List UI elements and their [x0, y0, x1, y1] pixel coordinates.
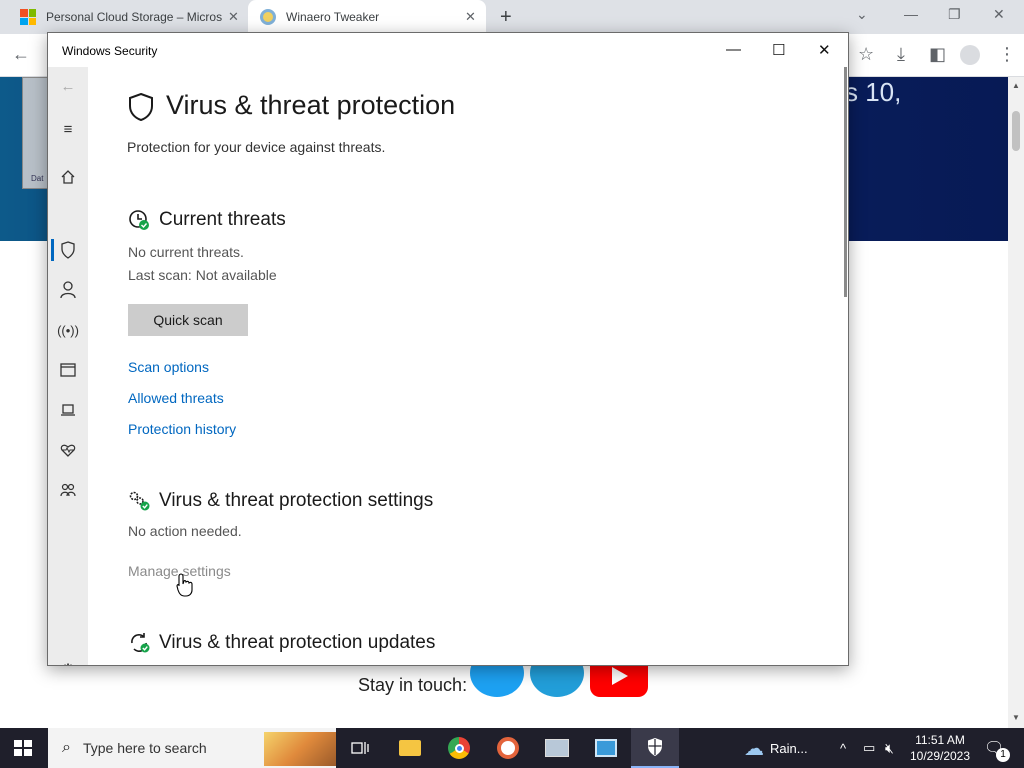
start-windows-icon[interactable]	[14, 740, 32, 756]
volume-muted-icon[interactable]: 🔇︎	[885, 728, 894, 768]
current-threats-icon	[129, 210, 149, 230]
new-tab-icon[interactable]: +	[500, 6, 512, 29]
firewall-antenna-icon[interactable]: ((•))	[57, 321, 79, 339]
more-menu-icon[interactable]: ⋮	[998, 44, 1016, 65]
home-icon[interactable]	[59, 168, 77, 186]
minimize-browser-icon[interactable]: —	[904, 6, 918, 22]
weather-widget[interactable]: ☁ Rain...	[744, 728, 808, 768]
protection-updates-icon	[131, 633, 150, 653]
system-clock[interactable]: 11:51 AM 10/29/2023	[908, 732, 972, 764]
back-icon[interactable]: ←	[12, 44, 30, 65]
navigation-sidebar: ← ≡ ((•)) ⚙	[48, 67, 88, 665]
thumb-label: Dat	[31, 174, 44, 183]
notification-center-icon[interactable]: 🗨︎ 1	[984, 728, 1010, 768]
maximize-icon[interactable]: ☐	[772, 41, 785, 59]
clock-time: 11:51 AM	[915, 733, 965, 747]
minimize-icon[interactable]: —	[726, 41, 741, 58]
scan-options-link[interactable]: Scan options	[128, 359, 209, 375]
profile-avatar-icon[interactable]	[960, 45, 980, 65]
app-browser-window-icon[interactable]	[59, 361, 77, 379]
protection-settings-gears-icon	[129, 491, 150, 511]
search-highlight-illustration	[264, 732, 336, 766]
browser-tabstrip: Personal Cloud Storage – Micros ✕ Winaer…	[0, 0, 1024, 34]
task-view-icon[interactable]	[336, 728, 384, 768]
scroll-down-icon[interactable]: ▼	[1012, 713, 1020, 722]
side-panel-icon[interactable]: ◧	[929, 44, 946, 65]
chrome-icon[interactable]	[435, 728, 483, 768]
search-icon: ⌕	[62, 739, 71, 756]
laptop-device-icon[interactable]	[59, 401, 77, 419]
settings-status-text: No action needed.	[128, 523, 242, 539]
browser-tab-onedrive[interactable]: Personal Cloud Storage – Micros ✕	[8, 0, 246, 34]
scroll-up-icon[interactable]: ▲	[1012, 81, 1020, 90]
allowed-threats-link[interactable]: Allowed threats	[128, 390, 224, 406]
close-browser-icon[interactable]: ✕	[993, 6, 1005, 23]
account-person-icon[interactable]	[59, 281, 77, 299]
download-icon[interactable]: ⤓	[897, 44, 905, 65]
quick-scan-button[interactable]: Quick scan	[128, 304, 248, 336]
health-heart-icon[interactable]	[59, 441, 77, 459]
family-icon[interactable]	[59, 481, 77, 499]
weather-text: Rain...	[770, 740, 808, 756]
microsoft-logo-icon	[20, 9, 36, 25]
tray-chevron-icon[interactable]: ^	[840, 728, 846, 768]
banner-text: s 10,	[845, 77, 902, 107]
hand-cursor-icon	[176, 573, 193, 597]
search-placeholder: Type here to search	[82, 740, 207, 756]
bookmark-star-icon[interactable]: ☆	[858, 44, 874, 65]
shield-icon[interactable]	[59, 241, 77, 259]
stay-in-touch-label: Stay in touch:	[358, 675, 468, 695]
browser-tab-winaero[interactable]: Winaero Tweaker ✕	[248, 0, 486, 34]
rain-cloud-icon: ☁	[744, 737, 764, 760]
file-explorer-icon[interactable]	[386, 728, 434, 768]
image-app-icon[interactable]	[533, 728, 581, 768]
settings-gear-icon[interactable]: ⚙	[59, 661, 77, 665]
page-subtitle: Protection for your device against threa…	[127, 139, 386, 155]
control-panel-icon[interactable]	[582, 728, 630, 768]
protection-updates-heading: Virus & threat protection updates	[159, 632, 436, 653]
close-icon[interactable]: ✕	[818, 41, 831, 59]
hamburger-menu-icon[interactable]: ≡	[59, 120, 77, 138]
current-threats-heading: Current threats	[159, 209, 286, 230]
taskbar-search-box[interactable]: ⌕ Type here to search	[48, 728, 336, 768]
protection-history-link[interactable]: Protection history	[128, 421, 236, 437]
close-tab-icon[interactable]: ✕	[228, 9, 239, 25]
restore-browser-icon[interactable]: ❐	[948, 6, 961, 23]
content-scrollbar[interactable]	[844, 67, 847, 297]
shield-header-icon	[129, 93, 153, 121]
tab-title: Personal Cloud Storage – Micros	[46, 10, 222, 24]
last-scan-text: Last scan: Not available	[128, 267, 277, 283]
winaero-app-icon[interactable]	[484, 728, 532, 768]
network-icon[interactable]: ▭	[863, 728, 875, 768]
page-scrollbar[interactable]: ▲ ▼	[1008, 77, 1024, 728]
window-titlebar[interactable]: Windows Security — ☐ ✕	[48, 33, 848, 67]
screenshot-thumbnail: Dat	[22, 77, 48, 189]
tab-title: Winaero Tweaker	[286, 10, 380, 24]
tab-search-chevron-icon[interactable]: ⌄	[856, 6, 868, 23]
window-title: Windows Security	[62, 44, 158, 58]
close-tab-icon[interactable]: ✕	[465, 9, 476, 25]
windows-security-taskbar-icon[interactable]	[631, 728, 679, 768]
threat-status-text: No current threats.	[128, 244, 244, 260]
windows-taskbar: ⌕ Type here to search ☁ Rain... ^ ▭ 🔇︎ 1…	[0, 728, 1024, 768]
clock-date: 10/29/2023	[909, 749, 971, 763]
active-nav-indicator	[51, 239, 54, 261]
scroll-thumb[interactable]	[1012, 111, 1020, 151]
notification-badge: 1	[996, 748, 1010, 762]
winaero-favicon-icon	[260, 9, 276, 25]
protection-settings-heading: Virus & threat protection settings	[159, 490, 434, 511]
windows-security-window: Windows Security — ☐ ✕ ← ≡ ((•)) ⚙	[47, 32, 849, 666]
back-arrow-icon[interactable]: ←	[59, 77, 77, 95]
page-title: Virus & threat protection	[166, 90, 456, 120]
